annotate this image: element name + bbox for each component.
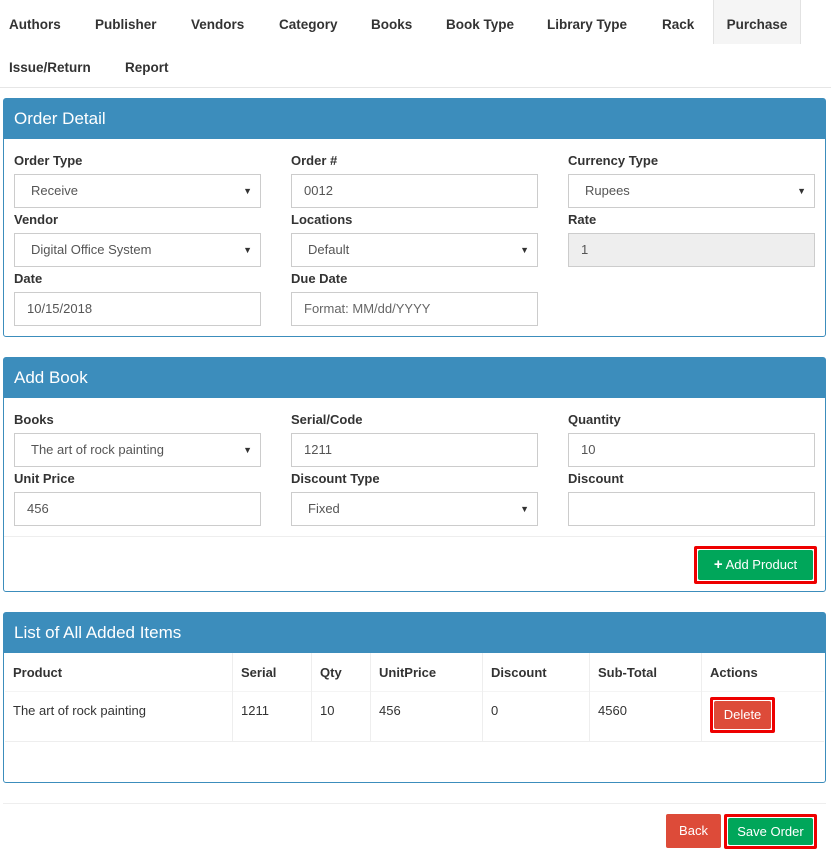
col-divider xyxy=(701,653,702,741)
date-value: 10/15/2018 xyxy=(27,301,93,316)
tab-issue-return[interactable]: Issue/Return xyxy=(9,43,91,87)
items-panel: List of All Added Items Product Serial Q… xyxy=(3,612,826,783)
panel-divider xyxy=(4,536,825,537)
discount-type-label: Discount Type xyxy=(291,471,380,486)
col-divider xyxy=(589,653,590,741)
serial-code-value: 1211 xyxy=(304,442,332,457)
unit-price-label: Unit Price xyxy=(14,471,75,486)
rate-input: 1 xyxy=(568,233,815,267)
footer-divider xyxy=(3,803,826,804)
locations-label: Locations xyxy=(291,212,353,227)
col-subtotal-header: Sub-Total xyxy=(598,665,657,680)
order-number-label: Order # xyxy=(291,153,338,168)
cell-unitprice: 456 xyxy=(379,703,401,718)
chevron-down-icon: ▼ xyxy=(520,504,529,514)
unit-price-value: 456 xyxy=(27,501,49,516)
chevron-down-icon: ▼ xyxy=(243,245,252,255)
currency-type-select[interactable]: Rupees ▼ xyxy=(568,174,815,208)
due-date-placeholder: Format: MM/dd/YYYY xyxy=(304,301,431,316)
date-input[interactable]: 10/15/2018 xyxy=(14,292,261,326)
discount-label: Discount xyxy=(568,471,624,486)
chevron-down-icon: ▼ xyxy=(243,445,252,455)
col-discount-header: Discount xyxy=(491,665,547,680)
discount-input[interactable] xyxy=(568,492,815,526)
chevron-down-icon: ▼ xyxy=(520,245,529,255)
order-detail-panel: Order Detail Order Type Receive ▼ Order … xyxy=(3,98,826,337)
col-product-header: Product xyxy=(13,665,63,680)
date-label: Date xyxy=(14,271,43,286)
order-number-value: 0012 xyxy=(304,183,333,198)
tab-category[interactable]: Category xyxy=(279,0,338,44)
row-divider xyxy=(5,741,824,742)
books-select[interactable]: The art of rock painting ▼ xyxy=(14,433,261,467)
delete-button[interactable]: Delete xyxy=(714,701,771,729)
tab-purchase[interactable]: Purchase xyxy=(713,0,801,44)
tab-rack[interactable]: Rack xyxy=(662,0,694,44)
serial-code-input[interactable]: 1211 xyxy=(291,433,538,467)
col-unitprice-header: UnitPrice xyxy=(379,665,437,680)
order-detail-title: Order Detail xyxy=(4,99,825,139)
tab-publisher[interactable]: Publisher xyxy=(95,0,157,44)
cell-serial: 1211 xyxy=(241,703,269,718)
order-number-input[interactable]: 0012 xyxy=(291,174,538,208)
currency-type-label: Currency Type xyxy=(568,153,659,168)
quantity-label: Quantity xyxy=(568,412,621,427)
save-order-button[interactable]: Save Order xyxy=(728,818,813,845)
serial-code-label: Serial/Code xyxy=(291,412,363,427)
locations-value: Default xyxy=(308,242,350,257)
tab-report[interactable]: Report xyxy=(125,43,169,87)
tab-authors[interactable]: Authors xyxy=(9,0,61,44)
col-serial-header: Serial xyxy=(241,665,277,680)
cell-product: The art of rock painting xyxy=(13,703,146,718)
tab-book-type[interactable]: Book Type xyxy=(446,0,514,44)
col-divider xyxy=(232,653,233,741)
tab-library-type[interactable]: Library Type xyxy=(547,0,627,44)
quantity-input[interactable]: 10 xyxy=(568,433,815,467)
add-book-panel: Add Book Books The art of rock painting … xyxy=(3,357,826,592)
plus-icon: + xyxy=(713,556,723,573)
order-type-label: Order Type xyxy=(14,153,83,168)
due-date-input[interactable]: Format: MM/dd/YYYY xyxy=(291,292,538,326)
chevron-down-icon: ▼ xyxy=(797,186,806,196)
rate-label: Rate xyxy=(568,212,597,227)
due-date-label: Due Date xyxy=(291,271,348,286)
vendor-label: Vendor xyxy=(14,212,59,227)
quantity-value: 10 xyxy=(581,442,596,457)
books-label: Books xyxy=(14,412,54,427)
tab-vendors[interactable]: Vendors xyxy=(191,0,244,44)
col-divider xyxy=(482,653,483,741)
add-product-label: Add Product xyxy=(725,557,798,572)
back-button[interactable]: Back xyxy=(666,814,721,848)
add-product-button[interactable]: + Add Product xyxy=(698,550,813,580)
books-value: The art of rock painting xyxy=(31,442,164,457)
vendor-value: Digital Office System xyxy=(31,242,152,257)
rate-value: 1 xyxy=(581,242,589,257)
order-type-value: Receive xyxy=(31,183,78,198)
discount-type-value: Fixed xyxy=(308,501,340,516)
cell-subtotal: 4560 xyxy=(598,703,627,718)
add-book-title: Add Book xyxy=(4,358,825,398)
col-actions-header: Actions xyxy=(710,665,758,680)
items-title: List of All Added Items xyxy=(4,613,825,653)
top-tab-bar: Authors Publisher Vendors Category Books… xyxy=(0,0,831,88)
unit-price-input[interactable]: 456 xyxy=(14,492,261,526)
tab-books[interactable]: Books xyxy=(371,0,412,44)
cell-qty: 10 xyxy=(320,703,335,718)
cell-discount: 0 xyxy=(491,703,499,718)
discount-type-select[interactable]: Fixed ▼ xyxy=(291,492,538,526)
col-qty-header: Qty xyxy=(320,665,342,680)
currency-type-value: Rupees xyxy=(585,183,630,198)
order-type-select[interactable]: Receive ▼ xyxy=(14,174,261,208)
col-divider xyxy=(311,653,312,741)
chevron-down-icon: ▼ xyxy=(243,186,252,196)
col-divider xyxy=(370,653,371,741)
vendor-select[interactable]: Digital Office System ▼ xyxy=(14,233,261,267)
locations-select[interactable]: Default ▼ xyxy=(291,233,538,267)
